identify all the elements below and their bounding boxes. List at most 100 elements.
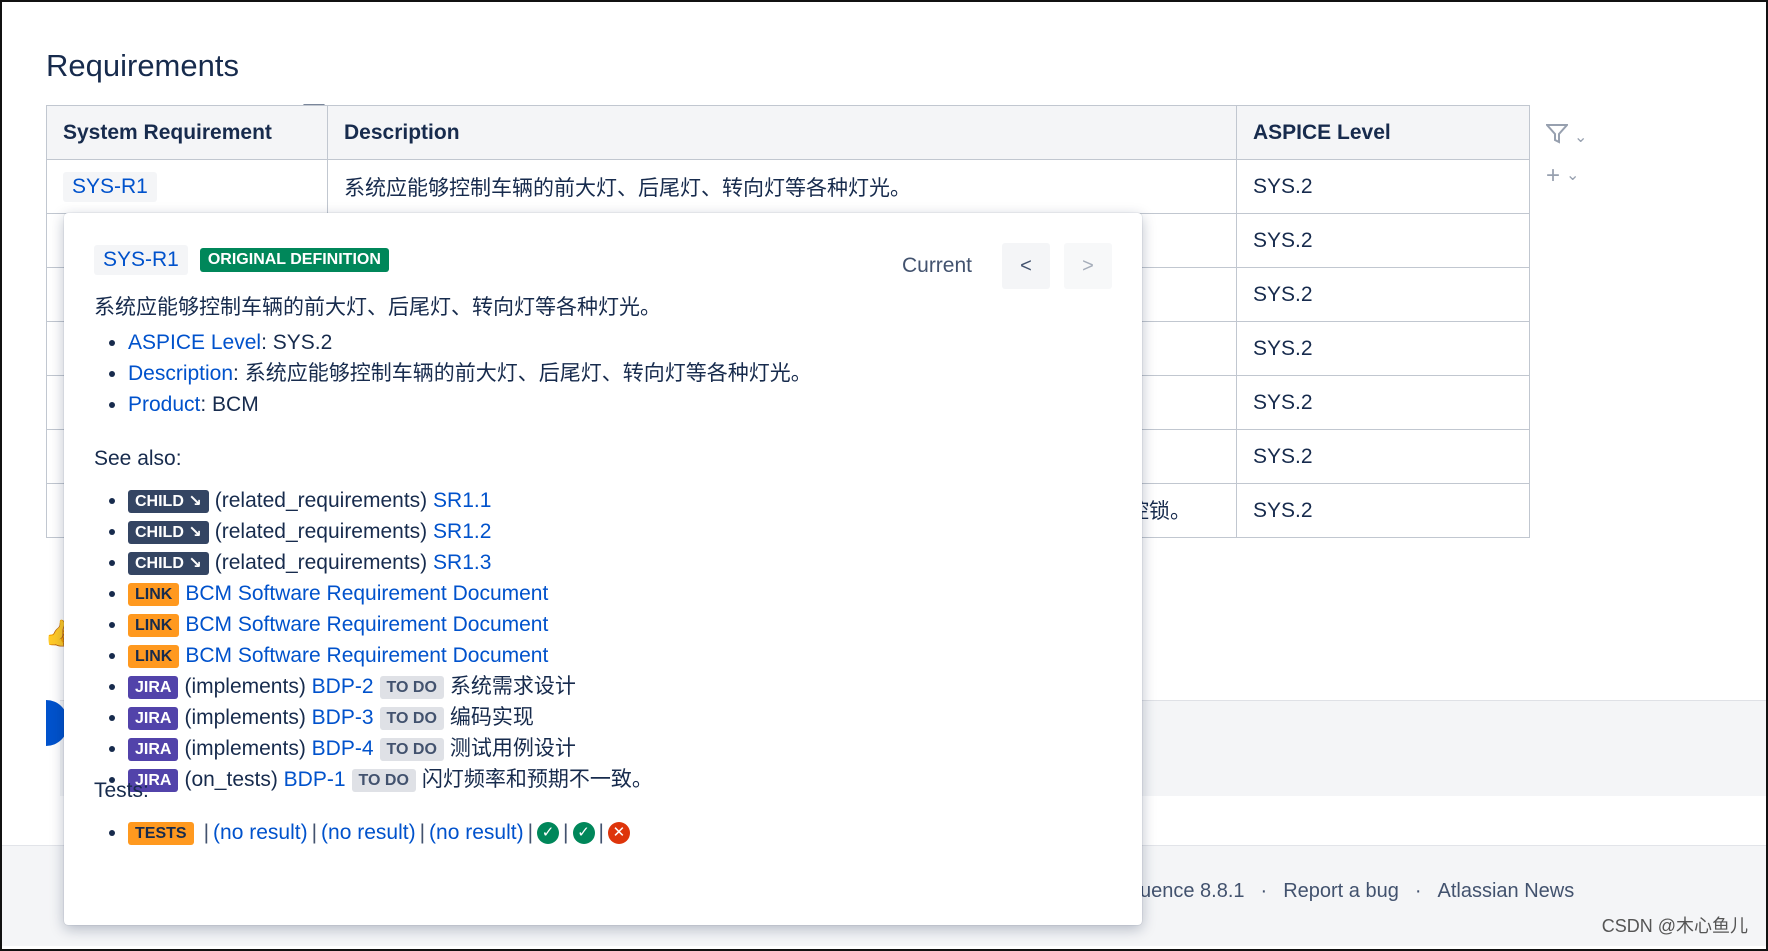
link-badge: LINK <box>128 613 180 637</box>
relation-target-link[interactable]: BCM Software Requirement Document <box>185 613 548 636</box>
version-nav: Current < > <box>902 243 1112 289</box>
header-aspice-level[interactable]: ASPICE Level <box>1236 105 1530 160</box>
footer-report-bug-link[interactable]: Report a bug <box>1283 880 1399 902</box>
aspice-level-cell: SYS.2 <box>1236 375 1530 430</box>
table-header-row: System Requirement Description ASPICE Le… <box>46 105 1530 160</box>
status-badge: TO DO <box>379 706 444 730</box>
test-result-link[interactable]: (no result) <box>213 821 308 844</box>
list-item: LINKBCM Software Requirement Document <box>128 640 653 671</box>
aspice-level-cell: SYS.2 <box>1236 483 1530 538</box>
table-tools: ⌄ + ⌄ <box>1544 118 1588 196</box>
list-item: JIRA(implements) BDP-3TO DO编码实现 <box>128 702 653 733</box>
list-item: ASPICE Level: SYS.2 <box>128 327 812 358</box>
list-item: LINKBCM Software Requirement Document <box>128 578 653 609</box>
list-item: JIRA(implements) BDP-4TO DO测试用例设计 <box>128 733 653 764</box>
relation-type: (on_tests) <box>184 768 278 791</box>
prev-version-button[interactable]: < <box>1002 243 1050 289</box>
list-item: TESTS|(no result)|(no result)|(no result… <box>128 817 630 848</box>
aspice-level-cell: SYS.2 <box>1236 213 1530 268</box>
jira-issue-link[interactable]: BDP-2 <box>312 675 374 698</box>
link-badge: LINK <box>128 644 180 668</box>
relation-target-link[interactable]: SR1.1 <box>433 489 491 512</box>
property-value: 系统应能够控制车辆的前大灯、后尾灯、转向灯等各种灯光。 <box>244 362 812 385</box>
test-result-link[interactable]: (no result) <box>429 821 524 844</box>
property-name-link[interactable]: Product <box>128 393 200 416</box>
table-filter-button[interactable]: ⌄ <box>1544 118 1588 157</box>
list-item: JIRA(implements) BDP-2TO DO系统需求设计 <box>128 671 653 702</box>
error-circle-icon[interactable]: ✕ <box>607 822 630 845</box>
list-item: CHILD ↘(related_requirements) SR1.3 <box>128 547 653 578</box>
list-item: Product: BCM <box>128 389 812 420</box>
relation-target-link[interactable]: SR1.2 <box>433 520 491 543</box>
relation-type: (related_requirements) <box>214 520 428 543</box>
footer-links: fluence 8.8.1 · Report a bug · Atlassian New… <box>1130 880 1575 902</box>
jira-summary: 测试用例设计 <box>449 737 576 760</box>
jira-summary: 闪灯频率和预期不一致。 <box>421 768 653 791</box>
relation-target-link[interactable]: SR1.3 <box>433 551 491 574</box>
relation-type: (implements) <box>184 675 306 698</box>
page-title: Requirements <box>46 48 239 83</box>
property-value: SYS.2 <box>272 331 333 354</box>
table-row: SYS-R1 系统应能够控制车辆的前大灯、后尾灯、转向灯等各种灯光。 SYS.2 <box>46 159 1530 214</box>
status-badge: TO DO <box>379 675 444 699</box>
requirement-key-link[interactable]: SYS-R1 <box>63 171 157 202</box>
jira-summary: 编码实现 <box>449 706 534 729</box>
test-result-link[interactable]: (no result) <box>321 821 416 844</box>
jira-badge: JIRA <box>128 706 179 730</box>
aspice-level-cell: SYS.2 <box>1236 321 1530 376</box>
child-badge: CHILD ↘ <box>128 520 209 544</box>
jira-issue-link[interactable]: BDP-3 <box>312 706 374 729</box>
property-name-link[interactable]: Description <box>128 362 233 385</box>
check-circle-icon[interactable]: ✓ <box>537 822 560 845</box>
link-badge: LINK <box>128 582 180 606</box>
filter-icon <box>1544 118 1570 156</box>
requirement-cell: SYS-R1 <box>46 159 328 214</box>
original-definition-tag: ORIGINAL DEFINITION <box>199 248 389 273</box>
list-item: Description: 系统应能够控制车辆的前大灯、后尾灯、转向灯等各种灯光。 <box>128 358 812 389</box>
watermark: CSDN @木心鱼儿 <box>1601 916 1748 936</box>
version-label: Current <box>901 254 972 277</box>
jira-badge: JIRA <box>128 737 179 761</box>
property-list: ASPICE Level: SYS.2 Description: 系统应能够控制… <box>94 327 812 420</box>
relation-target-link[interactable]: BCM Software Requirement Document <box>185 582 548 605</box>
relation-type: (related_requirements) <box>214 551 428 574</box>
relation-type: (implements) <box>184 737 306 760</box>
table-add-button[interactable]: + ⌄ <box>1546 157 1587 196</box>
relation-type: (related_requirements) <box>214 489 428 512</box>
property-value: BCM <box>212 393 259 416</box>
aspice-level-cell: SYS.2 <box>1236 267 1530 322</box>
requirement-popup: SYS-R1 ORIGINAL DEFINITION Current < > 系统应能… <box>64 213 1142 925</box>
aspice-level-cell: SYS.2 <box>1236 429 1530 484</box>
relation-list: CHILD ↘(related_requirements) SR1.1 CHIL… <box>94 485 653 795</box>
relation-target-link[interactable]: BCM Software Requirement Document <box>185 644 548 667</box>
popup-description: 系统应能够控制车辆的前大灯、后尾灯、转向灯等各种灯光。 <box>94 296 661 319</box>
footer-version[interactable]: fluence 8.8.1 <box>1130 880 1245 902</box>
status-badge: TO DO <box>351 768 416 792</box>
see-also-label: See also: <box>94 447 182 470</box>
jira-badge: JIRA <box>128 675 179 699</box>
property-name-link[interactable]: ASPICE Level <box>128 331 261 354</box>
list-item: LINKBCM Software Requirement Document <box>128 609 653 640</box>
header-description[interactable]: Description <box>327 105 1237 160</box>
jira-summary: 系统需求设计 <box>449 675 576 698</box>
chevron-down-icon: ⌄ <box>1574 128 1588 146</box>
jira-issue-link[interactable]: BDP-1 <box>284 768 346 791</box>
jira-issue-link[interactable]: BDP-4 <box>312 737 374 760</box>
status-badge: TO DO <box>379 737 444 761</box>
chevron-down-icon: ⌄ <box>1566 167 1580 185</box>
popup-requirement-key[interactable]: SYS-R1 <box>94 245 188 275</box>
check-circle-icon[interactable]: ✓ <box>572 822 595 845</box>
list-item: JIRA(on_tests) BDP-1TO DO闪灯频率和预期不一致。 <box>128 764 653 795</box>
child-badge: CHILD ↘ <box>128 489 209 513</box>
header-system-requirement[interactable]: System Requirement <box>46 105 328 160</box>
tests-label: Tests: <box>94 779 149 802</box>
list-item: CHILD ↘(related_requirements) SR1.1 <box>128 485 653 516</box>
list-item: CHILD ↘(related_requirements) SR1.2 <box>128 516 653 547</box>
popup-header: SYS-R1 ORIGINAL DEFINITION <box>94 245 389 275</box>
plus-icon: + <box>1546 161 1561 189</box>
tests-badge: TESTS <box>128 821 194 845</box>
footer-news-link[interactable]: Atlassian News <box>1438 880 1575 902</box>
description-cell: 系统应能够控制车辆的前大灯、后尾灯、转向灯等各种灯光。 <box>327 159 1237 214</box>
aspice-level-cell: SYS.2 <box>1236 159 1530 214</box>
next-version-button[interactable]: > <box>1064 243 1112 289</box>
